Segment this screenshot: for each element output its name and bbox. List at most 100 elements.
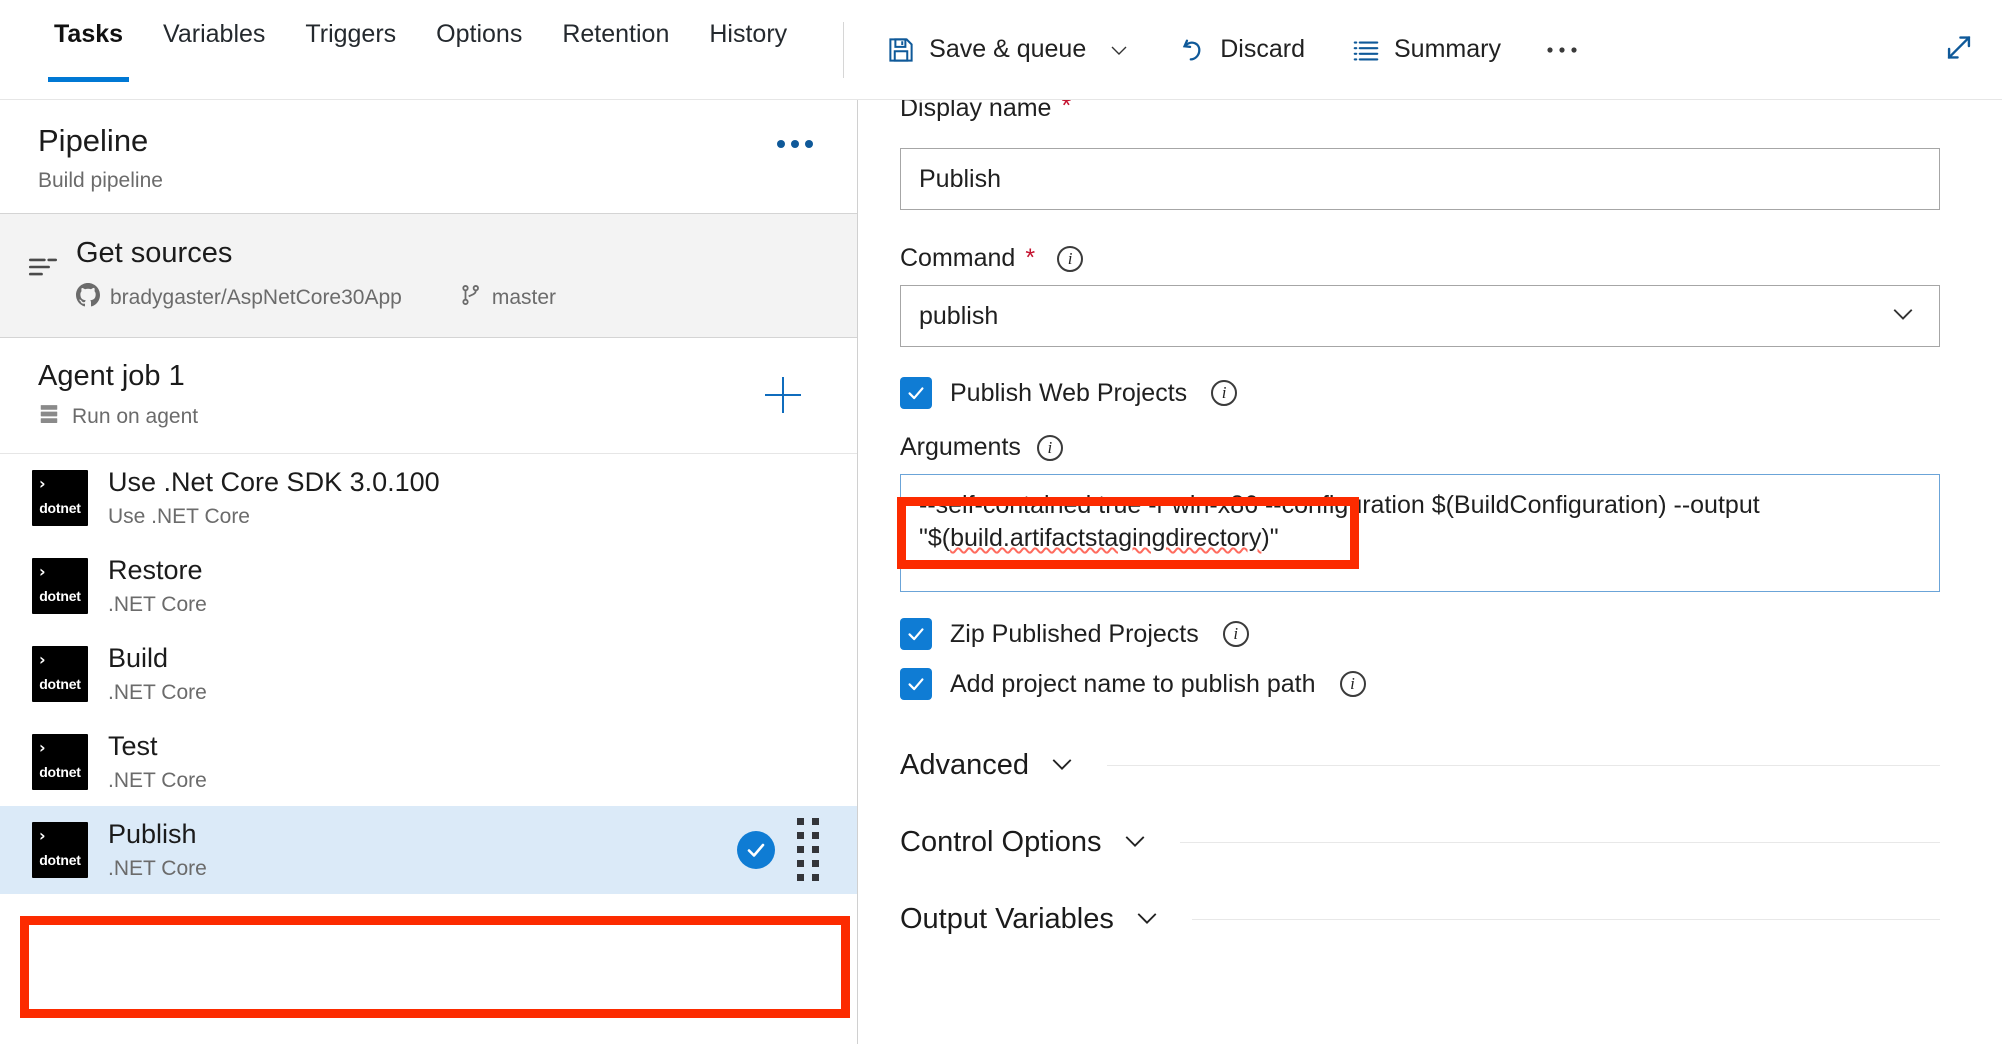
zip-published-projects-checkbox-row[interactable]: Zip Published Projects i xyxy=(900,618,1940,650)
azure-devops-pipeline-editor: Tasks Variables Triggers Options Retenti… xyxy=(0,0,2002,1044)
section-advanced[interactable]: Advanced xyxy=(900,748,1940,783)
expand-diagonal-icon xyxy=(1942,51,1976,68)
tab-label: Triggers xyxy=(305,20,396,49)
summary-label: Summary xyxy=(1394,35,1501,64)
expand-button[interactable] xyxy=(1942,30,1976,69)
add-project-name-checkbox[interactable] xyxy=(900,668,932,700)
branch-name: master xyxy=(492,286,556,310)
ellipsis-icon xyxy=(791,140,799,148)
task-name: Restore xyxy=(108,554,207,586)
info-icon[interactable]: i xyxy=(1211,380,1237,406)
header-actions: Save & queue Discard xyxy=(870,27,1595,73)
task-subtitle: .NET Core xyxy=(108,769,207,793)
check-circle-icon[interactable] xyxy=(737,831,775,869)
github-icon xyxy=(76,283,100,313)
chevron-down-icon xyxy=(1047,748,1077,783)
add-project-name-checkbox-row[interactable]: Add project name to publish path i xyxy=(900,668,1940,700)
tab-retention[interactable]: Retention xyxy=(542,0,689,100)
task-name: Use .Net Core SDK 3.0.100 xyxy=(108,466,440,498)
command-label: Command xyxy=(900,244,1015,273)
get-sources-title: Get sources xyxy=(76,236,823,271)
tab-triggers[interactable]: Triggers xyxy=(285,0,416,100)
add-task-button[interactable] xyxy=(761,373,805,417)
save-and-queue-label: Save & queue xyxy=(929,35,1086,64)
info-icon[interactable]: i xyxy=(1340,671,1366,697)
arguments-line-2-misspelled: build.artifactstagingdirectory xyxy=(950,524,1261,552)
display-name-label-row: Display name * xyxy=(900,100,1940,124)
more-actions-button[interactable] xyxy=(1531,35,1595,65)
section-control-options[interactable]: Control Options xyxy=(900,825,1940,860)
zip-published-projects-label: Zip Published Projects xyxy=(950,620,1199,649)
pipeline-more-button[interactable] xyxy=(777,140,813,148)
command-select-wrap xyxy=(900,285,1940,347)
task-row[interactable]: ›dotnet Use .Net Core SDK 3.0.100 Use .N… xyxy=(0,454,857,542)
task-row-publish-selected[interactable]: ›dotnet Publish .NET Core xyxy=(0,806,857,894)
publish-web-projects-label: Publish Web Projects xyxy=(950,379,1187,408)
section-output-variables[interactable]: Output Variables xyxy=(900,902,1940,937)
arguments-line-1: --self-contained true -r win-x86 --confi… xyxy=(919,491,1690,519)
arguments-label-row: Arguments i xyxy=(900,433,1940,462)
discard-button[interactable]: Discard xyxy=(1161,27,1321,73)
get-sources-node[interactable]: Get sources bradygaster/AspNetCore30App xyxy=(0,214,857,338)
branch-icon xyxy=(460,283,482,313)
task-settings-pane: Display name * Command * i xyxy=(858,100,2002,1044)
task-row[interactable]: ›dotnet Build .NET Core xyxy=(0,630,857,718)
pipeline-header-card[interactable]: Pipeline Build pipeline xyxy=(0,100,857,214)
display-name-input[interactable] xyxy=(900,148,1940,210)
agent-job-title: Agent job 1 xyxy=(38,360,823,393)
arguments-textarea[interactable]: --self-contained true -r win-x86 --confi… xyxy=(900,474,1940,592)
publish-web-projects-checkbox-row[interactable]: Publish Web Projects i xyxy=(900,377,1940,409)
pipeline-subtitle: Build pipeline xyxy=(38,169,823,193)
repository-name: bradygaster/AspNetCore30App xyxy=(110,286,402,310)
info-icon[interactable]: i xyxy=(1223,621,1249,647)
ellipsis-icon xyxy=(805,140,813,148)
tab-label: Tasks xyxy=(54,20,123,49)
publish-web-projects-checkbox[interactable] xyxy=(900,377,932,409)
tab-tasks[interactable]: Tasks xyxy=(34,0,143,100)
task-text: Build .NET Core xyxy=(108,642,207,705)
task-subtitle: .NET Core xyxy=(108,593,207,617)
info-icon[interactable]: i xyxy=(1037,435,1063,461)
agent-job-node[interactable]: Agent job 1 Run on agent xyxy=(0,338,857,454)
task-subtitle: .NET Core xyxy=(108,681,207,705)
task-text: Test .NET Core xyxy=(108,730,207,793)
chevron-down-icon xyxy=(1120,825,1150,860)
section-title: Output Variables xyxy=(900,903,1114,936)
task-name: Test xyxy=(108,730,207,762)
ellipsis-icon xyxy=(1545,43,1581,57)
required-marker: * xyxy=(1025,246,1035,271)
display-name-label: Display name xyxy=(900,100,1051,123)
tab-history[interactable]: History xyxy=(689,0,807,100)
repository-info: bradygaster/AspNetCore30App xyxy=(76,283,402,313)
tab-label: Retention xyxy=(562,20,669,49)
task-text: Restore .NET Core xyxy=(108,554,207,617)
agent-job-subtitle: Run on agent xyxy=(72,405,198,429)
info-icon[interactable]: i xyxy=(1057,246,1083,272)
command-select[interactable] xyxy=(900,285,1940,347)
dotnet-icon: ›dotnet xyxy=(32,558,88,614)
tab-variables[interactable]: Variables xyxy=(143,0,285,100)
get-sources-meta: bradygaster/AspNetCore30App xyxy=(76,283,823,313)
add-project-name-label: Add project name to publish path xyxy=(950,670,1316,699)
dotnet-icon: ›dotnet xyxy=(32,646,88,702)
pipeline-tree-pane: Pipeline Build pipeline xyxy=(0,100,858,1044)
save-and-queue-button[interactable]: Save & queue xyxy=(870,27,1147,73)
header-bar: Tasks Variables Triggers Options Retenti… xyxy=(0,0,2002,100)
section-divider xyxy=(1192,919,1940,920)
tab-options[interactable]: Options xyxy=(416,0,542,100)
task-row[interactable]: ›dotnet Restore .NET Core xyxy=(0,542,857,630)
section-divider xyxy=(1107,765,1940,766)
task-name: Publish xyxy=(108,818,207,850)
task-text: Publish .NET Core xyxy=(108,818,207,881)
dotnet-icon: ›dotnet xyxy=(32,734,88,790)
chevron-down-icon xyxy=(1132,902,1162,937)
summary-button[interactable]: Summary xyxy=(1335,27,1517,73)
ellipsis-icon xyxy=(777,140,785,148)
section-title: Advanced xyxy=(900,749,1029,782)
zip-published-projects-checkbox[interactable] xyxy=(900,618,932,650)
task-row[interactable]: ›dotnet Test .NET Core xyxy=(0,718,857,806)
drag-handle-icon[interactable] xyxy=(797,818,819,881)
dotnet-icon: ›dotnet xyxy=(32,470,88,526)
main-body: Pipeline Build pipeline xyxy=(0,100,2002,1044)
chevron-down-icon[interactable] xyxy=(1107,38,1131,62)
